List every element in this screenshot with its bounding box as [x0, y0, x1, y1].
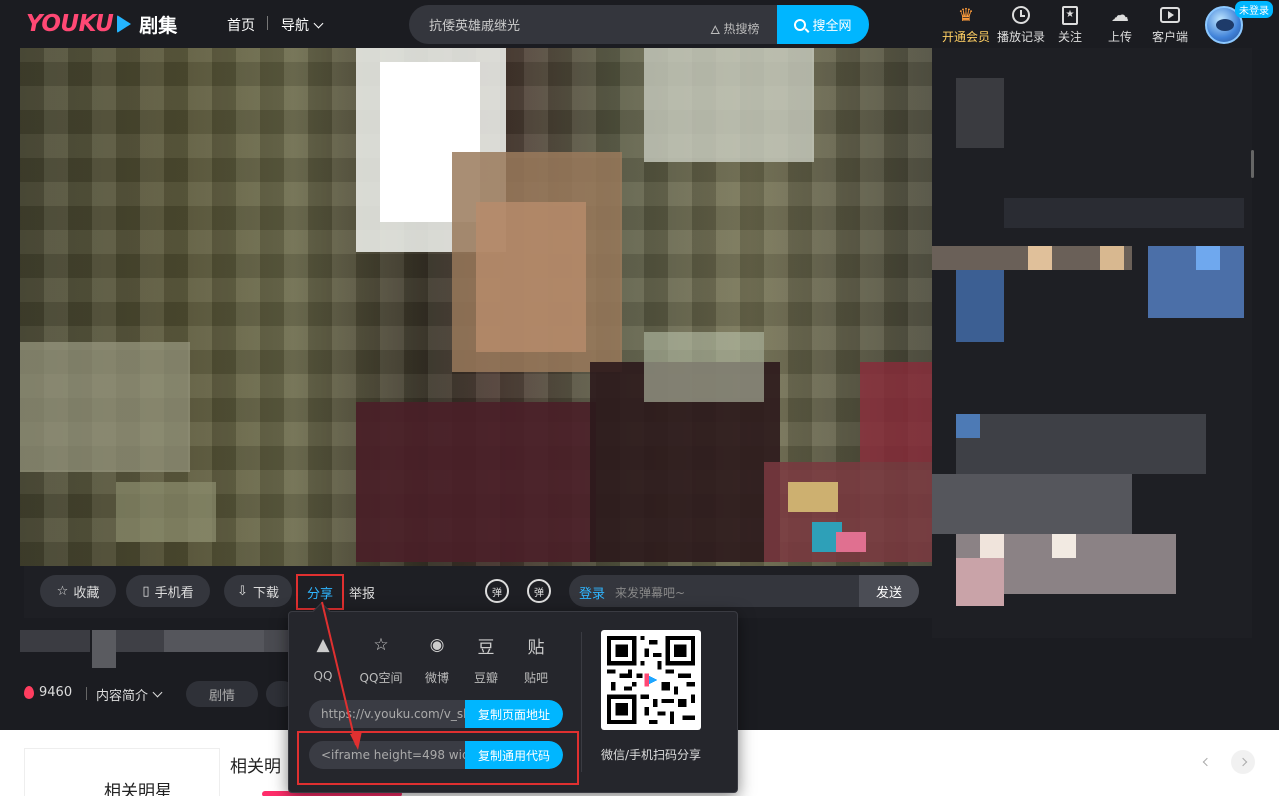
copy-page-url-button[interactable]: 复制页面地址	[465, 700, 563, 728]
content-intro-toggle[interactable]: 内容简介	[96, 685, 163, 704]
prev-page-button[interactable]	[1195, 750, 1219, 774]
share-douban[interactable]: 豆 豆瓣	[465, 630, 507, 686]
watch-on-mobile-label: 手机看	[154, 585, 194, 601]
share-popup: ▲ QQ ☆ QQ空间 ◉ 微博 豆 豆瓣 贴 贴吧 https://v.you…	[288, 611, 738, 793]
danmu-login-link[interactable]: 登录	[579, 583, 605, 602]
popup-divider	[581, 632, 582, 772]
channel-name: 剧集	[139, 14, 178, 37]
download-icon: ⇩	[237, 583, 248, 599]
share-qq[interactable]: ▲ QQ	[302, 630, 344, 683]
next-page-button[interactable]	[1231, 750, 1255, 774]
vip-button[interactable]: ♛ 开通会员	[938, 4, 994, 48]
search-input[interactable]	[409, 5, 699, 44]
upload-label: 上传	[1107, 30, 1132, 44]
share-douban-label: 豆瓣	[473, 671, 498, 685]
report-link[interactable]: 举报	[349, 583, 375, 602]
top-header: YOUKU 剧集 首页 导航 🜂 热搜榜 搜全网 ♛ 开通会员 播放记录 ★ 关…	[0, 0, 1279, 48]
heat-count: 9460	[24, 685, 72, 700]
danmu-send-button[interactable]: 发送	[859, 575, 919, 607]
genre-tag[interactable]: 剧情	[186, 681, 258, 707]
episode-thumbnails	[20, 630, 300, 670]
share-qq-label: QQ	[313, 669, 333, 683]
share-weibo[interactable]: ◉ 微博	[416, 630, 458, 686]
client-icon	[1160, 7, 1180, 23]
qzone-icon: ☆	[373, 635, 389, 655]
flame-icon: 🜂	[710, 23, 721, 37]
chevron-down-icon	[313, 18, 324, 28]
follow-button[interactable]: ★ 关注	[1042, 4, 1098, 48]
phone-icon: ▯	[142, 583, 150, 599]
search-bar: 🜂 热搜榜 搜全网	[409, 5, 869, 44]
video-player[interactable]	[20, 42, 932, 566]
page-scrollbar[interactable]	[1251, 150, 1254, 178]
client-button[interactable]: 客户端	[1142, 4, 1198, 48]
favorite-button[interactable]: ☆ 收藏	[40, 575, 116, 607]
download-button[interactable]: ⇩ 下载	[224, 575, 292, 607]
follow-icon: ★	[1062, 5, 1078, 25]
search-button[interactable]: 搜全网	[777, 5, 869, 44]
star-outline-icon: ☆	[56, 583, 69, 599]
search-button-label: 搜全网	[812, 19, 852, 34]
content-intro-label: 内容简介	[96, 689, 149, 704]
history-label: 播放记录	[996, 30, 1045, 44]
page-url-field[interactable]: https://v.youku.com/v_sh	[321, 707, 471, 721]
share-tieba[interactable]: 贴 贴吧	[515, 630, 557, 686]
share-qzone-label: QQ空间	[359, 671, 403, 685]
danmu-placeholder: 来发弹幕吧~	[615, 586, 686, 600]
douban-icon: 豆	[477, 637, 495, 658]
follow-label: 关注	[1057, 30, 1082, 44]
chevron-left-icon	[1202, 757, 1212, 767]
vip-label: 开通会员	[941, 30, 990, 44]
share-tieba-label: 贴吧	[523, 671, 548, 685]
qr-code-graphic	[607, 636, 695, 724]
share-qzone[interactable]: ☆ QQ空间	[359, 630, 403, 686]
search-icon	[794, 18, 807, 31]
watch-on-mobile-button[interactable]: ▯ 手机看	[126, 575, 210, 607]
weibo-icon: ◉	[429, 635, 445, 655]
share-weibo-label: 微博	[424, 671, 449, 685]
nav-divider	[267, 16, 268, 30]
client-label: 客户端	[1151, 30, 1188, 44]
qq-icon: ▲	[316, 635, 330, 655]
upload-button[interactable]: ☁ 上传	[1092, 4, 1148, 48]
history-icon	[1012, 6, 1030, 24]
danmu-input-bar[interactable]: 登录 来发弹幕吧~ 发送	[569, 575, 919, 607]
nav-guide-menu[interactable]: 导航	[281, 15, 324, 35]
page-url-row: https://v.youku.com/v_sh 复制页面地址	[309, 700, 563, 728]
heat-value: 9460	[39, 685, 73, 700]
flame-icon	[24, 686, 34, 699]
hot-search-label: 热搜榜	[723, 22, 760, 36]
tieba-icon: 贴	[527, 637, 545, 658]
side-recommendation-panel	[932, 48, 1252, 638]
upload-icon: ☁	[1111, 4, 1129, 26]
crown-icon: ♛	[957, 4, 975, 26]
danmu-toggle-icon[interactable]: 弹	[485, 579, 509, 603]
chevron-right-icon	[1238, 757, 1248, 767]
favorite-label: 收藏	[73, 585, 100, 601]
nav-guide-label: 导航	[281, 18, 309, 34]
hot-search-link[interactable]: 🜂 热搜榜	[710, 16, 760, 41]
share-qr-code	[601, 630, 701, 730]
qr-share-label: 微信/手机扫码分享	[601, 748, 702, 762]
chevron-down-icon	[152, 687, 163, 698]
youku-logo[interactable]: YOUKU 剧集	[26, 11, 177, 37]
login-status-badge[interactable]: 未登录	[1235, 1, 1273, 18]
related-section-title: 相关明	[230, 757, 281, 777]
related-stars-card-label: 相关明星	[104, 782, 172, 796]
nav-home-link[interactable]: 首页	[227, 15, 255, 35]
logo-text: YOUKU	[26, 11, 114, 37]
info-divider	[86, 687, 87, 700]
danmu-settings-icon[interactable]: 弹	[527, 579, 551, 603]
play-triangle-icon	[117, 15, 132, 33]
embed-code-highlight-box	[297, 731, 579, 785]
history-button[interactable]: 播放记录	[993, 4, 1049, 48]
download-label: 下载	[252, 585, 279, 601]
